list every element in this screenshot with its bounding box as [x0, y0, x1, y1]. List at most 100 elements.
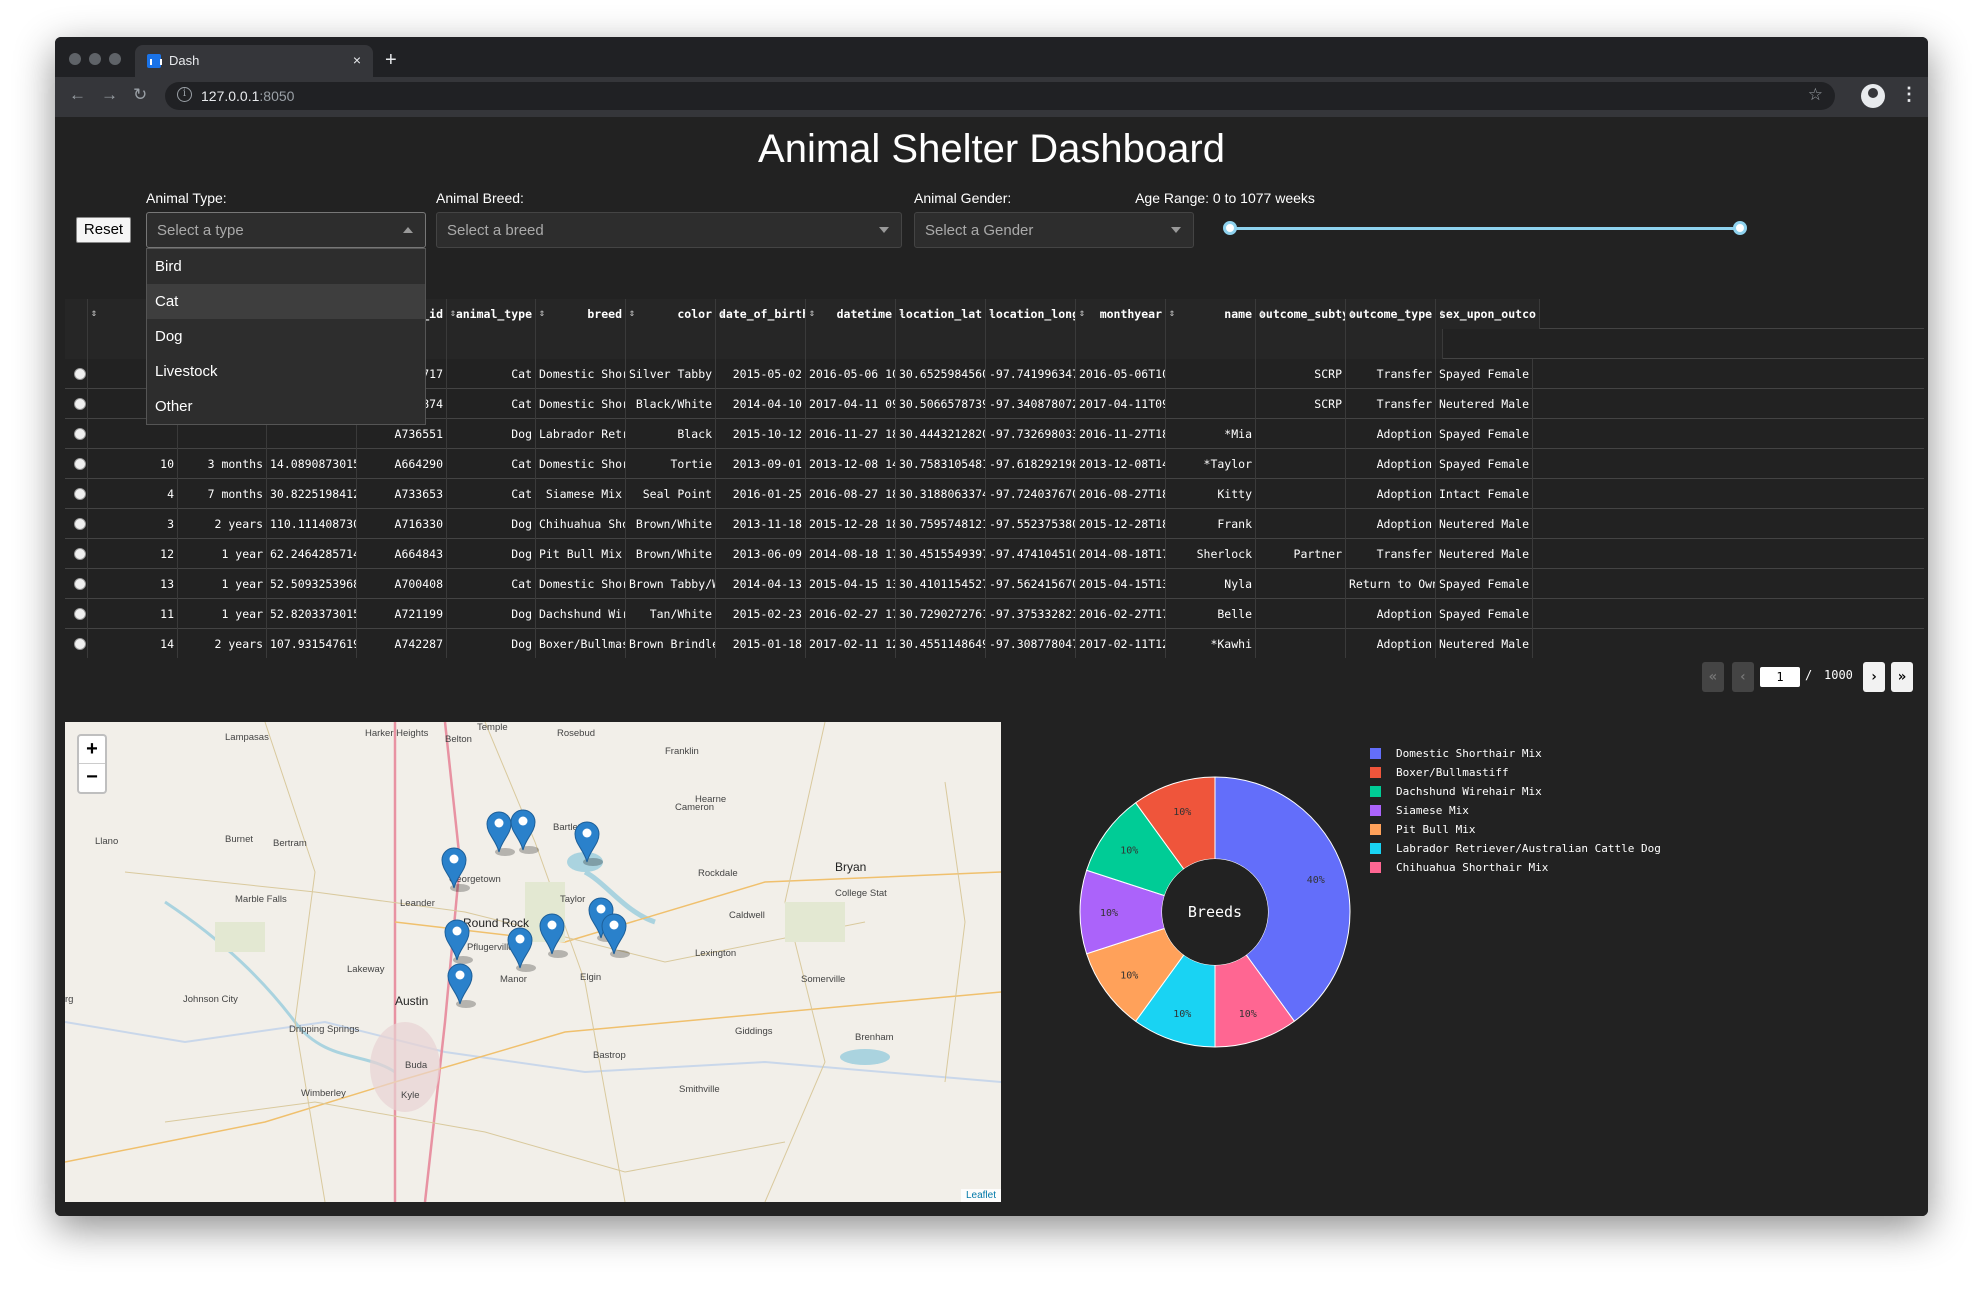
row-select-cell[interactable] — [65, 599, 88, 629]
forward-arrow-icon[interactable]: → — [101, 85, 118, 105]
browser-tab[interactable]: Dash × — [135, 45, 373, 77]
row-radio-button[interactable] — [74, 638, 86, 650]
site-info-icon[interactable]: i — [177, 87, 192, 102]
map-marker-pin-icon[interactable] — [601, 913, 630, 958]
sort-icon[interactable]: ⇕ — [899, 299, 905, 329]
sort-icon[interactable]: ⇕ — [91, 299, 97, 329]
column-header[interactable]: ⇕ datetime — [806, 299, 896, 329]
back-arrow-icon[interactable]: ← — [69, 85, 86, 105]
map-marker-pin-icon[interactable] — [441, 847, 470, 892]
type-option-livestock[interactable]: Livestock — [147, 354, 425, 389]
row-select-cell[interactable] — [65, 449, 88, 479]
account-avatar-icon[interactable] — [1861, 84, 1885, 108]
column-filter-input[interactable] — [716, 329, 806, 359]
column-header[interactable]: ⇕ location_long — [986, 299, 1076, 329]
age-max-handle[interactable] — [1733, 221, 1747, 235]
column-header[interactable]: ⇕outcome_subtyp — [1256, 299, 1346, 329]
map-marker-pin-icon[interactable] — [486, 811, 515, 856]
map-marker-pin-icon[interactable] — [574, 821, 603, 866]
sort-icon[interactable]: ⇕ — [809, 299, 815, 329]
column-header[interactable]: ⇕ animal_type — [447, 299, 536, 329]
sort-icon[interactable]: ⇕ — [1439, 299, 1445, 329]
zoom-out-button[interactable]: − — [79, 764, 105, 792]
column-filter-input[interactable] — [536, 329, 626, 359]
row-select-cell[interactable] — [65, 419, 88, 449]
type-option-cat[interactable]: Cat — [147, 284, 425, 319]
row-radio-button[interactable] — [74, 428, 86, 440]
row-select-cell[interactable] — [65, 569, 88, 599]
row-select-cell[interactable] — [65, 629, 88, 658]
sort-icon[interactable]: ⇕ — [539, 299, 545, 329]
map-marker-pin-icon[interactable] — [507, 927, 536, 972]
sort-icon[interactable]: ⇕ — [1259, 299, 1265, 329]
column-header[interactable]: ⇕ breed — [536, 299, 626, 329]
reset-button[interactable]: Reset — [76, 217, 131, 243]
close-window-dot[interactable] — [69, 53, 81, 65]
row-radio-button[interactable] — [74, 398, 86, 410]
browser-menu-icon[interactable]: ⋮ — [1900, 84, 1918, 105]
row-select-cell[interactable] — [65, 509, 88, 539]
column-filter-input[interactable] — [1076, 329, 1166, 359]
column-header[interactable]: ⇕ name — [1166, 299, 1256, 329]
row-radio-button[interactable] — [74, 578, 86, 590]
zoom-in-button[interactable]: + — [79, 736, 105, 764]
column-filter-input[interactable] — [447, 329, 536, 359]
column-header[interactable]: ⇕ location_lat — [896, 299, 986, 329]
animal-breed-dropdown[interactable]: Select a breed — [436, 212, 902, 248]
map-marker-pin-icon[interactable] — [444, 919, 473, 964]
column-header[interactable]: ⇕ color — [626, 299, 716, 329]
new-tab-button[interactable]: + — [385, 49, 397, 72]
maximize-window-dot[interactable] — [109, 53, 121, 65]
type-option-bird[interactable]: Bird — [147, 249, 425, 284]
sort-icon[interactable]: ⇕ — [719, 299, 725, 329]
sort-icon[interactable]: ⇕ — [1079, 299, 1085, 329]
first-page-button[interactable]: « — [1702, 662, 1724, 692]
column-header[interactable]: ⇕ sex_upon_outco — [1436, 299, 1540, 329]
column-filter-input[interactable] — [806, 329, 896, 359]
column-filter-input[interactable] — [1256, 329, 1346, 359]
column-header[interactable]: ⇕ outcome_type — [1346, 299, 1436, 329]
row-radio-button[interactable] — [74, 458, 86, 470]
column-filter-input[interactable] — [1346, 329, 1436, 359]
minimize-window-dot[interactable] — [89, 53, 101, 65]
row-radio-button[interactable] — [74, 488, 86, 500]
sort-icon[interactable]: ⇕ — [1349, 299, 1355, 329]
address-bar[interactable]: i 127.0.0.1:8050 ☆ — [165, 82, 1835, 110]
column-header[interactable]: ⇕ monthyear — [1076, 299, 1166, 329]
row-radio-button[interactable] — [74, 368, 86, 380]
tab-close-icon[interactable]: × — [353, 52, 361, 68]
next-page-button[interactable]: › — [1863, 662, 1885, 692]
prev-page-button[interactable]: ‹ — [1732, 662, 1754, 692]
age-range-track[interactable] — [1230, 227, 1740, 230]
sort-icon[interactable]: ⇕ — [1169, 299, 1175, 329]
column-filter-input[interactable] — [986, 329, 1076, 359]
map-marker-pin-icon[interactable] — [539, 913, 568, 958]
column-header[interactable]: ⇕ date_of_birth — [716, 299, 806, 329]
column-filter-input[interactable] — [1166, 329, 1256, 359]
type-option-dog[interactable]: Dog — [147, 319, 425, 354]
type-option-other[interactable]: Other — [147, 389, 425, 424]
reload-icon[interactable]: ↻ — [133, 85, 147, 105]
map-marker-pin-icon[interactable] — [510, 809, 539, 854]
animal-gender-dropdown[interactable]: Select a Gender — [914, 212, 1194, 248]
row-radio-button[interactable] — [74, 548, 86, 560]
column-filter-input[interactable] — [896, 329, 986, 359]
column-filter-input[interactable] — [1436, 329, 1443, 359]
last-page-button[interactable]: » — [1891, 662, 1913, 692]
row-select-cell[interactable] — [65, 479, 88, 509]
animal-type-dropdown[interactable]: Select a type — [146, 212, 426, 248]
leaflet-attribution[interactable]: Leaflet — [960, 1189, 1001, 1202]
sort-icon[interactable]: ⇕ — [450, 299, 456, 329]
location-map[interactable]: Lampasas Harker Heights Belton Temple Rosebu… — [65, 722, 1001, 1202]
row-select-cell[interactable] — [65, 539, 88, 569]
row-select-cell[interactable] — [65, 359, 88, 389]
column-filter-input[interactable] — [626, 329, 716, 359]
age-min-handle[interactable] — [1223, 221, 1237, 235]
bookmark-star-icon[interactable]: ☆ — [1808, 85, 1823, 105]
row-select-cell[interactable] — [65, 389, 88, 419]
sort-icon[interactable]: ⇕ — [989, 299, 995, 329]
row-radio-button[interactable] — [74, 608, 86, 620]
sort-icon[interactable]: ⇕ — [629, 299, 635, 329]
map-marker-pin-icon[interactable] — [447, 963, 476, 1008]
row-radio-button[interactable] — [74, 518, 86, 530]
